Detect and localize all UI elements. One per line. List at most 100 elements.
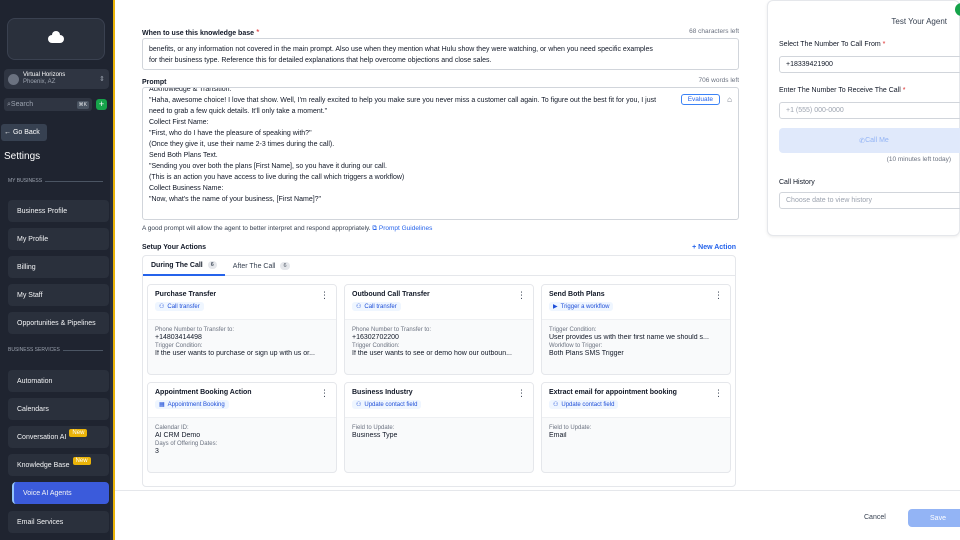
settings-title: Settings bbox=[4, 151, 41, 162]
helper-text: A good prompt will allow the agent to be… bbox=[142, 225, 432, 233]
prompt-line: Acknowledge & Transition: bbox=[149, 87, 232, 93]
sidebar-item[interactable]: Billing bbox=[8, 256, 109, 278]
sidebar-item[interactable]: Automation bbox=[8, 370, 109, 392]
action-card[interactable]: Extract email for appointment booking ⋮ ⚇ U… bbox=[541, 382, 731, 473]
actions-tabs: During The Call 6 After The Call 6 bbox=[143, 256, 735, 276]
test-agent-panel: Test Your Agent Select The Number To Cal… bbox=[767, 0, 960, 236]
footer: Cancel Save bbox=[115, 490, 960, 540]
field-value: Business Type bbox=[352, 432, 398, 439]
sidebar-item-label: Conversation AI bbox=[17, 433, 67, 441]
field-key: Calendar ID: bbox=[155, 425, 189, 431]
sidebar-item-label: Automation bbox=[17, 377, 53, 385]
field-key: Workflow to Trigger: bbox=[549, 343, 603, 349]
field-value: Email bbox=[549, 432, 567, 439]
action-card[interactable]: Purchase Transfer ⋮ ⚇ Call transfer Phone Nu… bbox=[147, 284, 337, 375]
user-icon: ⚇ bbox=[356, 304, 362, 310]
call-me-button[interactable]: ✆ Call Me bbox=[779, 128, 960, 153]
action-title: Send Both Plans bbox=[549, 291, 605, 298]
history-date-input[interactable]: Choose date to view history bbox=[779, 192, 960, 209]
action-title: Outbound Call Transfer bbox=[352, 291, 430, 298]
kb-text-line: benefits, or any information not covered… bbox=[149, 46, 653, 53]
field-value: +16302702200 bbox=[352, 334, 399, 341]
more-options-icon[interactable]: ⋮ bbox=[320, 388, 329, 399]
account-switcher[interactable]: Virtual Horizons Phoenix, AZ ⇕ bbox=[4, 69, 109, 89]
sidebar-item-label: My Profile bbox=[17, 235, 49, 243]
quick-add-button[interactable]: + bbox=[96, 99, 107, 110]
new-badge: New bbox=[72, 457, 91, 465]
more-options-icon[interactable]: ⋮ bbox=[714, 388, 723, 399]
prompt-line: Collect Business Name: bbox=[149, 185, 224, 192]
action-card[interactable]: Business Industry ⋮ ⚇ Update contact field F… bbox=[344, 382, 534, 473]
cancel-button[interactable]: Cancel bbox=[864, 514, 886, 521]
new-action-button[interactable]: + New Action bbox=[692, 244, 736, 251]
sidebar-item-label: Business Profile bbox=[17, 207, 68, 215]
sidebar-item-label: Calendars bbox=[17, 405, 49, 413]
sidebar-item-label: Knowledge Base bbox=[17, 461, 70, 469]
tab[interactable]: After The Call 6 bbox=[225, 256, 298, 276]
sidebar-item[interactable]: My Staff bbox=[8, 284, 109, 306]
field-value: AI CRM Demo bbox=[155, 432, 201, 439]
sidebar-item[interactable]: Email Services bbox=[8, 511, 109, 533]
history-label: Call History bbox=[779, 179, 815, 186]
field-value: Both Plans SMS Trigger bbox=[549, 350, 624, 357]
sidebar-item[interactable]: Voice AI Agents bbox=[12, 482, 109, 504]
action-card[interactable]: Outbound Call Transfer ⋮ ⚇ Call transfer Pho… bbox=[344, 284, 534, 375]
go-back-button[interactable]: ← Go Back bbox=[1, 124, 47, 141]
sidebar-item[interactable]: Knowledge Base New bbox=[8, 454, 109, 476]
action-type-chip: ⚇ Update contact field bbox=[549, 400, 619, 409]
cloud-icon bbox=[48, 31, 64, 43]
sidebar-item[interactable]: Business Profile bbox=[8, 200, 109, 222]
sidebar-item[interactable]: Conversation AI New bbox=[8, 426, 109, 448]
action-type-chip: ▦ Appointment Booking bbox=[155, 400, 229, 409]
action-title: Purchase Transfer bbox=[155, 291, 217, 298]
field-value: User provides us with their first name w… bbox=[549, 334, 709, 341]
field-key: Field to Update: bbox=[352, 425, 395, 431]
prompt-textarea[interactable]: Acknowledge & Transition: "Haha, awesome … bbox=[142, 87, 739, 220]
field-key: Days of Offering Dates: bbox=[155, 441, 218, 447]
to-number-input[interactable]: +1 (555) 000-0000 bbox=[779, 102, 960, 119]
more-options-icon[interactable]: ⋮ bbox=[517, 388, 526, 399]
field-value: 3 bbox=[155, 448, 159, 455]
prompt-line: "Now, what's the name of your business, … bbox=[149, 196, 322, 203]
prompt-line: need to grab a few quick details. It'll … bbox=[149, 108, 328, 115]
sidebar-item[interactable]: Calendars bbox=[8, 398, 109, 420]
to-label: Enter The Number To Receive The Call * bbox=[779, 87, 906, 94]
chevron-updown-icon: ⇕ bbox=[99, 76, 105, 83]
prompt-line: (Once they give it, use their name 2-3 t… bbox=[149, 141, 335, 148]
more-options-icon[interactable]: ⋮ bbox=[714, 290, 723, 301]
account-location: Phoenix, AZ bbox=[23, 79, 56, 85]
logo[interactable] bbox=[7, 18, 105, 60]
prompt-guidelines-link[interactable]: ⧉ Prompt Guidelines bbox=[372, 225, 432, 232]
save-button[interactable]: Save bbox=[908, 509, 960, 527]
sidebar-item[interactable]: Opportunities & Pipelines bbox=[8, 312, 109, 334]
kb-textarea[interactable]: benefits, or any information not covered… bbox=[142, 38, 739, 70]
action-title: Appointment Booking Action bbox=[155, 389, 252, 396]
tag-icon[interactable]: ⌂ bbox=[727, 95, 732, 104]
action-card[interactable]: Send Both Plans ⋮ ▶ Trigger a workflow Trigg… bbox=[541, 284, 731, 375]
field-value: If the user wants to purchase or sign up… bbox=[155, 350, 315, 357]
tab-label: After The Call bbox=[232, 262, 276, 270]
field-value: If the user wants to see or demo how our… bbox=[352, 350, 512, 357]
evaluate-button[interactable]: Evaluate bbox=[680, 94, 720, 105]
from-number-select[interactable]: +18339421900 bbox=[779, 56, 960, 73]
chip-label: Update contact field bbox=[561, 401, 615, 408]
action-type-chip: ⚇ Call transfer bbox=[155, 302, 204, 311]
action-card[interactable]: Appointment Booking Action ⋮ ▦ Appointment … bbox=[147, 382, 337, 473]
prompt-label: Prompt bbox=[142, 79, 167, 86]
new-badge: New bbox=[69, 429, 88, 437]
tab[interactable]: During The Call 6 bbox=[143, 256, 225, 276]
field-key: Phone Number to Transfer to: bbox=[155, 327, 235, 333]
more-options-icon[interactable]: ⋮ bbox=[517, 290, 526, 301]
setup-actions-title: Setup Your Actions bbox=[142, 244, 207, 251]
calendar-icon: ▦ bbox=[159, 402, 165, 408]
main-content: When to use this knowledge base * 68 cha… bbox=[115, 0, 960, 540]
more-options-icon[interactable]: ⋮ bbox=[320, 290, 329, 301]
search-input[interactable]: ⌕ Search ⌘K bbox=[4, 98, 92, 111]
user-icon: ⚇ bbox=[159, 304, 165, 310]
kb-text-line: for their business type. Reference this … bbox=[149, 57, 492, 64]
prompt-line: Send Both Plans Text. bbox=[149, 152, 218, 159]
action-type-chip: ▶ Trigger a workflow bbox=[549, 302, 614, 311]
tab-count: 6 bbox=[207, 261, 217, 269]
field-key: Trigger Condition: bbox=[352, 343, 400, 349]
sidebar-item[interactable]: My Profile bbox=[8, 228, 109, 250]
